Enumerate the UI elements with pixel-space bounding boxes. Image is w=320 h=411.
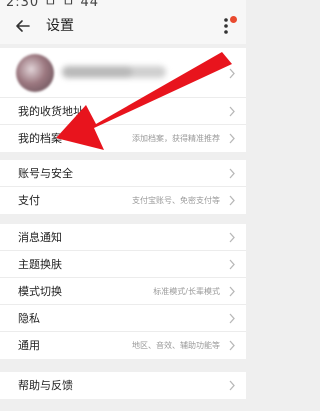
chevron-right-icon xyxy=(229,313,235,324)
row-hint: 地区、音效、辅助功能等 xyxy=(132,341,220,350)
row-hint: 支付宝账号、免密支付等 xyxy=(132,196,220,205)
back-arrow-icon[interactable] xyxy=(13,16,33,36)
chevron-right-icon xyxy=(229,168,235,179)
row-label: 模式切换 xyxy=(18,285,62,298)
chevron-right-icon xyxy=(229,259,235,270)
chevron-right-icon xyxy=(229,68,235,79)
status-bar: 2:30 ㅁ ㅁ 44 xyxy=(0,0,246,8)
settings-row-payment[interactable]: 支付 支付宝账号、免密支付等 xyxy=(0,187,246,214)
top-bar: 设置 xyxy=(0,8,246,44)
user-avatar xyxy=(16,54,54,92)
general-group: 消息通知 主题换肤 模式切换 标准模式/长辈模式 隐私 通用 地区、音效、辅助功… xyxy=(0,224,246,359)
row-label: 我的档案 xyxy=(18,132,62,145)
settings-row-theme[interactable]: 主题换肤 xyxy=(0,251,246,278)
row-label: 主题换肤 xyxy=(18,258,62,271)
chevron-right-icon xyxy=(229,133,235,144)
row-label: 消息通知 xyxy=(18,231,62,244)
more-menu-button[interactable] xyxy=(218,14,237,38)
settings-row-notifications[interactable]: 消息通知 xyxy=(0,224,246,251)
row-label: 账号与安全 xyxy=(18,167,73,180)
settings-row-help[interactable]: 帮助与反馈 xyxy=(0,372,246,399)
account-group: 我的收货地址 我的档案 添加档案，获得精准推荐 xyxy=(0,48,246,152)
notification-dot xyxy=(230,16,237,23)
row-label: 我的收货地址 xyxy=(18,105,84,118)
settings-row-privacy[interactable]: 隐私 xyxy=(0,305,246,332)
security-group: 账号与安全 支付 支付宝账号、免密支付等 xyxy=(0,160,246,214)
chevron-right-icon xyxy=(229,232,235,243)
chevron-right-icon xyxy=(229,106,235,117)
help-group: 帮助与反馈 xyxy=(0,372,246,399)
settings-row-address[interactable]: 我的收货地址 xyxy=(0,98,246,125)
row-label: 支付 xyxy=(18,194,40,207)
chevron-right-icon xyxy=(229,286,235,297)
status-bar-text: 2:30 ㅁ ㅁ 44 xyxy=(6,0,100,8)
chevron-right-icon xyxy=(229,340,235,351)
settings-row-general[interactable]: 通用 地区、音效、辅助功能等 xyxy=(0,332,246,359)
blurred-username xyxy=(62,66,166,78)
settings-row-mode-switch[interactable]: 模式切换 标准模式/长辈模式 xyxy=(0,278,246,305)
row-label: 隐私 xyxy=(18,312,40,325)
settings-screen: { "status_bar": { "text": "2:30 ㅁ ㅁ 44" … xyxy=(0,0,246,411)
row-label: 帮助与反馈 xyxy=(18,379,73,392)
chevron-right-icon xyxy=(229,380,235,391)
profile-row[interactable] xyxy=(0,48,246,98)
row-label: 通用 xyxy=(18,339,40,352)
chevron-right-icon xyxy=(229,195,235,206)
row-hint: 标准模式/长辈模式 xyxy=(153,287,220,296)
settings-row-archive[interactable]: 我的档案 添加档案，获得精准推荐 xyxy=(0,125,246,152)
page-title: 设置 xyxy=(46,18,74,34)
row-hint: 添加档案，获得精准推荐 xyxy=(132,134,220,143)
settings-row-account-security[interactable]: 账号与安全 xyxy=(0,160,246,187)
